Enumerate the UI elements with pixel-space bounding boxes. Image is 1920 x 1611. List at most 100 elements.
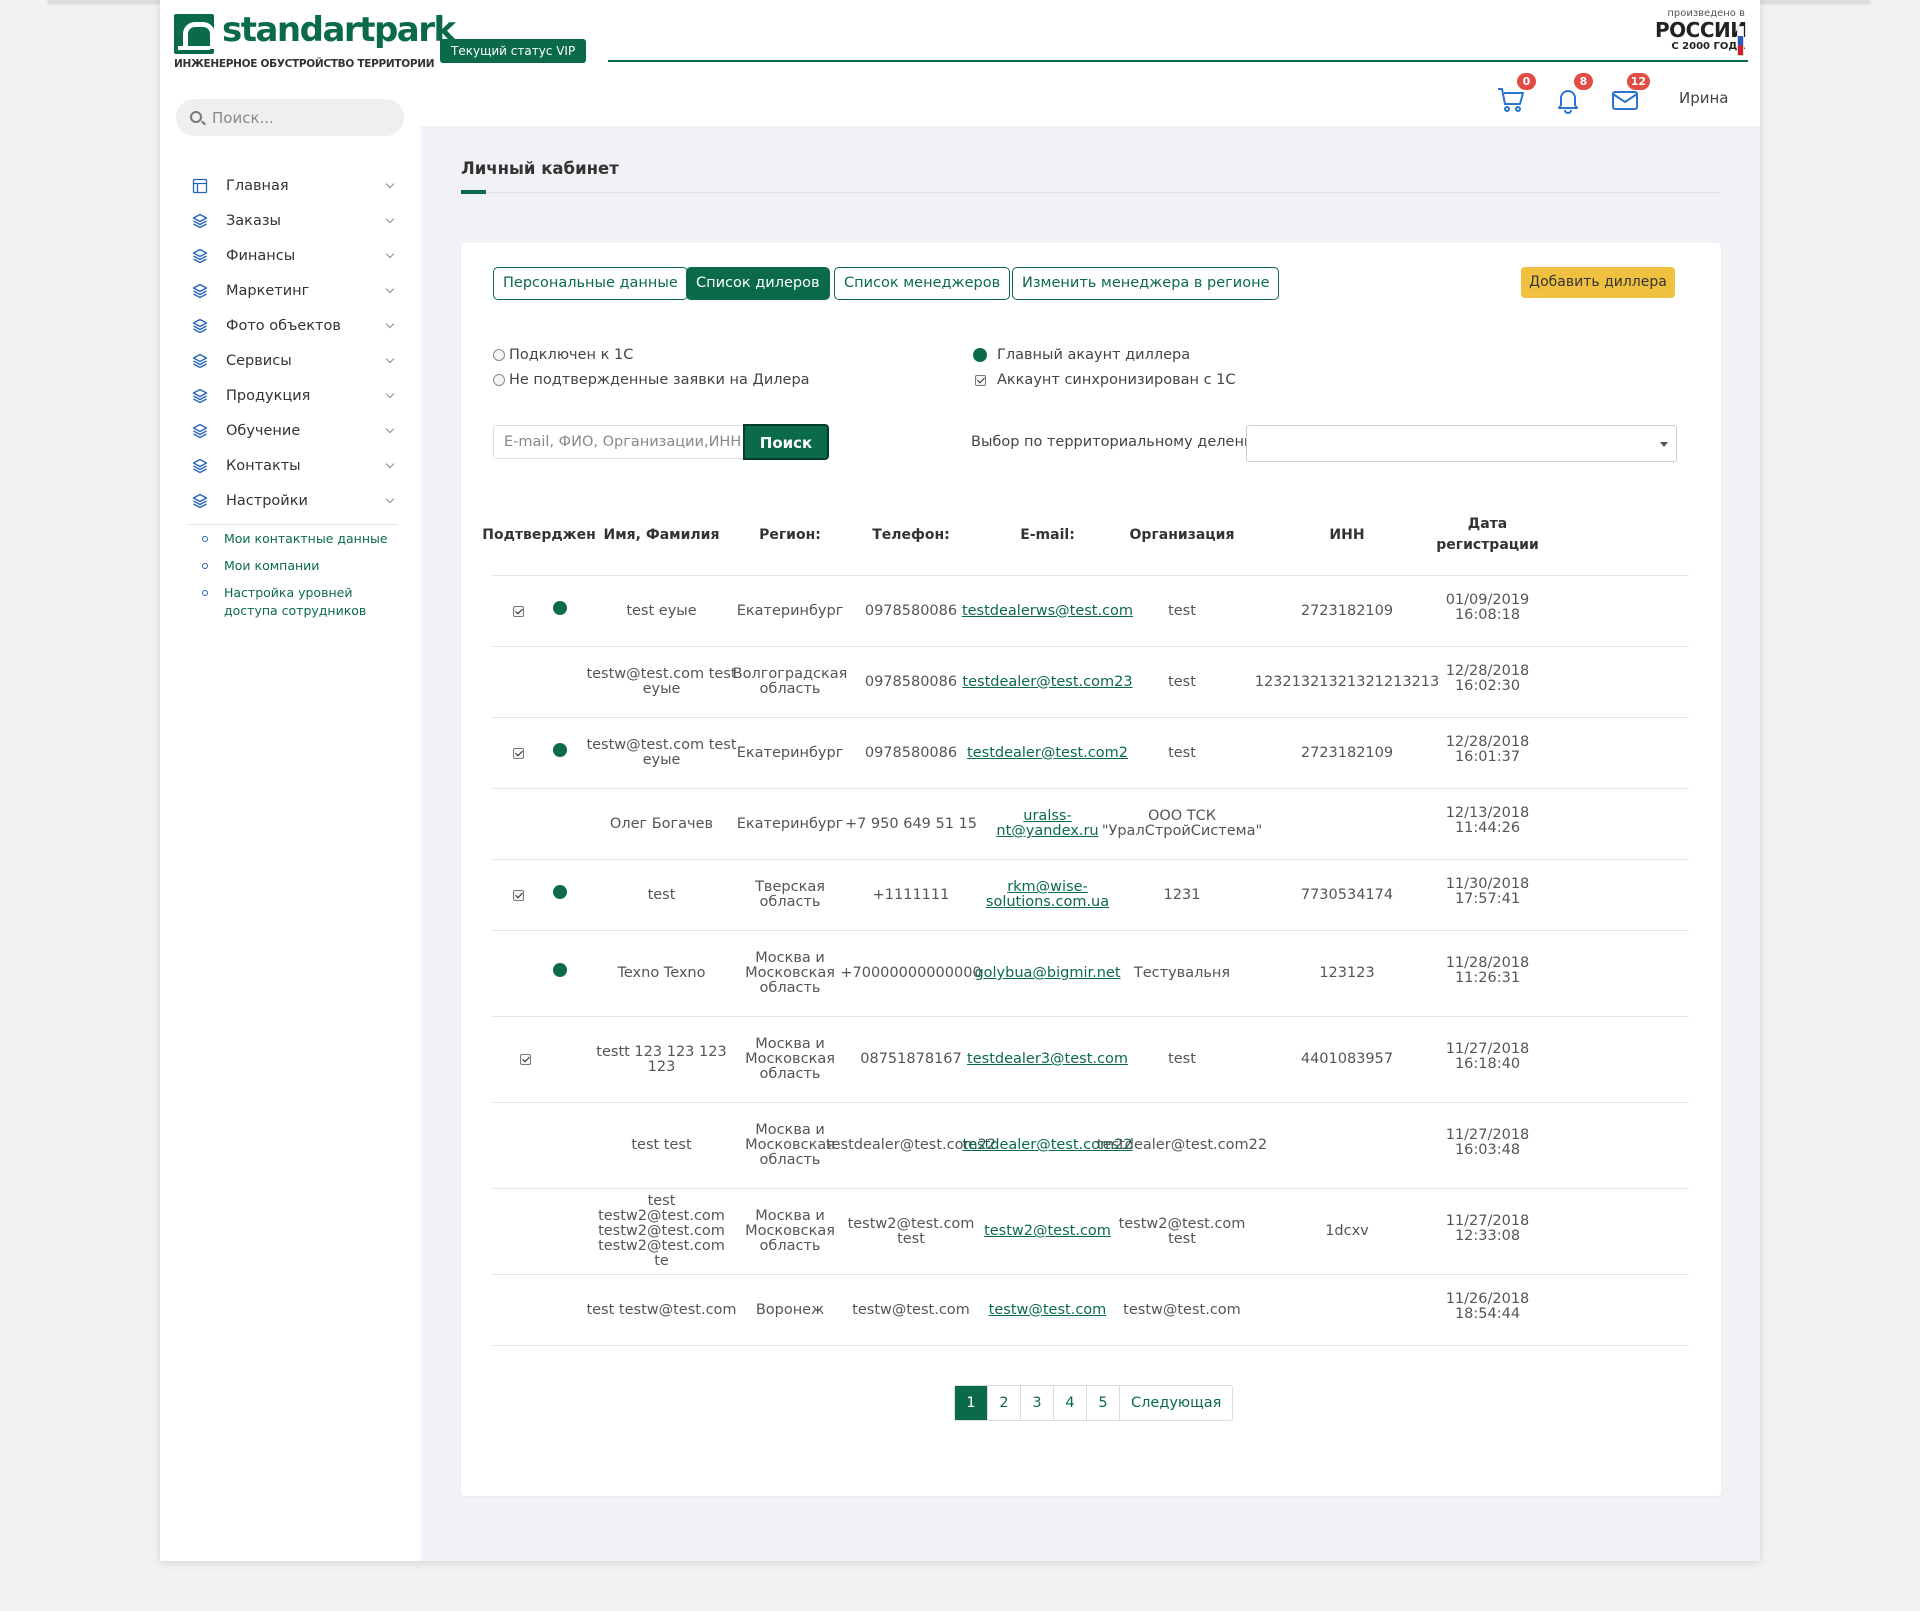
confirmed-cell bbox=[493, 647, 585, 717]
cart-icon bbox=[1498, 88, 1524, 112]
table-row[interactable]: Texno Texno Москва и Московская область +7… bbox=[493, 931, 1689, 1017]
nav-divider bbox=[188, 524, 398, 525]
page-button[interactable]: 3 bbox=[1021, 1386, 1054, 1420]
sidebar-item[interactable]: Маркетинг bbox=[160, 273, 421, 308]
messages-count-badge: 12 bbox=[1626, 73, 1650, 90]
sidebar-search-input[interactable] bbox=[212, 99, 392, 136]
cell-region: Екатеринбург bbox=[737, 789, 844, 859]
registration-time: 16:02:30 bbox=[1454, 678, 1521, 694]
cell-org: test bbox=[1115, 1017, 1249, 1102]
layers-icon bbox=[192, 388, 208, 404]
settings-subitem[interactable]: Настройка уровней доступа сотрудников bbox=[160, 584, 421, 620]
registration-date: 11/30/2018 bbox=[1445, 876, 1530, 892]
cell-phone-text: 0978580086 bbox=[864, 602, 958, 619]
cell-org: testdealer@test.com22 bbox=[1097, 1103, 1267, 1188]
tab-change-region-manager[interactable]: Изменить менеджера в регионе bbox=[1012, 267, 1280, 300]
user-name[interactable]: Ирина bbox=[1679, 89, 1729, 107]
email-link[interactable]: testw2@test.com bbox=[984, 1224, 1111, 1239]
tab-managers-list[interactable]: Список менеджеров bbox=[834, 267, 1011, 300]
email-link[interactable]: rkm@wise-solutions.com.ua bbox=[986, 880, 1109, 910]
cell-phone-text: 08751878167 bbox=[860, 1051, 962, 1067]
sidebar-item[interactable]: Продукция bbox=[160, 378, 421, 413]
cell-region-text: Москва и Московская область bbox=[745, 1208, 835, 1254]
table-row[interactable]: testw@test.com test еуые Волгоградская об… bbox=[493, 647, 1689, 718]
messages-button[interactable]: 12 bbox=[1610, 73, 1650, 115]
synced-checkbox-icon bbox=[513, 747, 524, 759]
cell-org: test bbox=[1115, 576, 1249, 646]
sidebar-item[interactable]: Финансы bbox=[160, 238, 421, 273]
cell-name: testt 123 123 123 123 bbox=[585, 1017, 738, 1102]
email-link[interactable]: testdealer@test.com2 bbox=[967, 745, 1128, 761]
cell-inn: 123123 bbox=[1249, 931, 1445, 1016]
confirmed-cell bbox=[493, 1189, 585, 1274]
bell-icon bbox=[1558, 90, 1578, 114]
sidebar-item[interactable]: Обучение bbox=[160, 413, 421, 448]
table-row[interactable]: test test Москва и Московская область test… bbox=[493, 1103, 1689, 1189]
page-button[interactable]: 1 bbox=[955, 1386, 988, 1420]
page-button[interactable]: 5 bbox=[1087, 1386, 1120, 1420]
email-link[interactable]: testdealer@test.com23 bbox=[962, 674, 1132, 690]
cell-phone-text: 0978580086 bbox=[864, 744, 958, 761]
next-page-button[interactable]: Следующая bbox=[1120, 1386, 1232, 1420]
cell-region-text: Екатеринбург bbox=[736, 602, 844, 619]
sidebar-nav: Главная Заказы Финансы Маркетинг Фото объект… bbox=[160, 168, 421, 525]
sidebar-item[interactable]: Настройки bbox=[160, 483, 421, 518]
table-row[interactable]: testt 123 123 123 123 Москва и Московская… bbox=[493, 1017, 1689, 1103]
cell-name-text: test testw@test.com bbox=[586, 1301, 737, 1318]
bullet-icon bbox=[202, 563, 208, 569]
table-row[interactable]: testw@test.com test еуые Екатеринбург 0978… bbox=[493, 718, 1689, 789]
table-row[interactable]: test еуые Екатеринбург 0978580086 testdeale… bbox=[493, 576, 1689, 647]
email-link[interactable]: uralss-nt@yandex.ru bbox=[980, 809, 1115, 839]
cell-inn-text: 2723182109 bbox=[1300, 602, 1394, 619]
email-link[interactable]: golybua@bigmir.net bbox=[974, 966, 1120, 981]
vip-status-badge[interactable]: Текущий статус VIP bbox=[440, 39, 587, 63]
add-dealer-button[interactable]: Добавить диллера bbox=[1521, 267, 1675, 298]
cell-email: testdealer3@test.com bbox=[967, 1017, 1128, 1102]
cart-button[interactable]: 0 bbox=[1496, 73, 1536, 115]
table-row[interactable]: Олег Богачев Екатеринбург +7 950 649 51 15… bbox=[493, 789, 1689, 860]
column-header[interactable]: Телефон: bbox=[842, 494, 980, 576]
notifications-button[interactable]: 8 bbox=[1553, 73, 1593, 115]
column-header[interactable]: E-mail: bbox=[980, 494, 1115, 576]
column-header[interactable]: Имя, Фамилия bbox=[585, 494, 738, 576]
app-window: standartpark ИНЖЕНЕРНОЕ ОБУСТРОЙСТВО ТЕР… bbox=[160, 0, 1760, 1561]
sidebar-item[interactable]: Главная bbox=[160, 168, 421, 203]
sidebar-item[interactable]: Сервисы bbox=[160, 343, 421, 378]
email-link[interactable]: testdealer3@test.com bbox=[967, 1052, 1128, 1067]
tab-personal-data[interactable]: Персональные данные bbox=[493, 267, 688, 300]
russia-flag-icon bbox=[1737, 26, 1744, 56]
sidebar-search[interactable] bbox=[176, 99, 404, 136]
cell-date: 11/27/2018 16:18:40 bbox=[1445, 1011, 1530, 1102]
settings-subitem[interactable]: Мои контактные данные bbox=[160, 530, 421, 548]
dealer-filter-input[interactable] bbox=[493, 425, 745, 459]
logo-gate-icon bbox=[174, 14, 215, 54]
email-link[interactable]: testdealerws@test.com bbox=[962, 603, 1133, 619]
cell-org-text: test bbox=[1168, 602, 1196, 619]
cell-inn-text: 1dcxv bbox=[1325, 1223, 1369, 1239]
page-button[interactable]: 4 bbox=[1054, 1386, 1087, 1420]
sidebar: standartpark ИНЖЕНЕРНОЕ ОБУСТРОЙСТВО ТЕР… bbox=[160, 0, 456, 1561]
region-filter-select[interactable] bbox=[1246, 425, 1677, 462]
sidebar-item[interactable]: Заказы bbox=[160, 203, 421, 238]
email-link[interactable]: testw@test.com bbox=[989, 1302, 1107, 1318]
cell-phone-text: testw@test.com bbox=[852, 1301, 970, 1318]
column-header[interactable]: ИНН bbox=[1249, 494, 1445, 576]
table-row[interactable]: test testw2@test.com testw2@test.com tes… bbox=[493, 1189, 1689, 1275]
tab-dealers-list[interactable]: Список дилеров bbox=[686, 267, 830, 300]
settings-subitem[interactable]: Мои компании bbox=[160, 557, 421, 575]
column-header[interactable]: Подтверджен bbox=[482, 494, 596, 576]
page-button[interactable]: 2 bbox=[988, 1386, 1021, 1420]
cell-inn: 1dcxv bbox=[1249, 1189, 1445, 1274]
table-row[interactable]: test testw@test.com Воронеж testw@test.com… bbox=[493, 1275, 1689, 1346]
brand-logo[interactable]: standartpark ИНЖЕНЕРНОЕ ОБУСТРОЙСТВО ТЕР… bbox=[174, 10, 456, 72]
dealer-search-button[interactable]: Поиск bbox=[743, 424, 829, 460]
column-header[interactable]: Организация bbox=[1115, 494, 1249, 576]
registration-time: 12:33:08 bbox=[1454, 1227, 1521, 1244]
sidebar-item[interactable]: Контакты bbox=[160, 448, 421, 483]
sidebar-item[interactable]: Фото объектов bbox=[160, 308, 421, 343]
table-row[interactable]: test Тверская область +1111111 rkm@wise-sol… bbox=[493, 860, 1689, 931]
column-header[interactable]: Регион: bbox=[738, 494, 842, 576]
layers-icon bbox=[192, 493, 208, 509]
cell-region: Воронеж bbox=[738, 1275, 842, 1345]
cell-name-text: test еуые bbox=[626, 602, 697, 619]
